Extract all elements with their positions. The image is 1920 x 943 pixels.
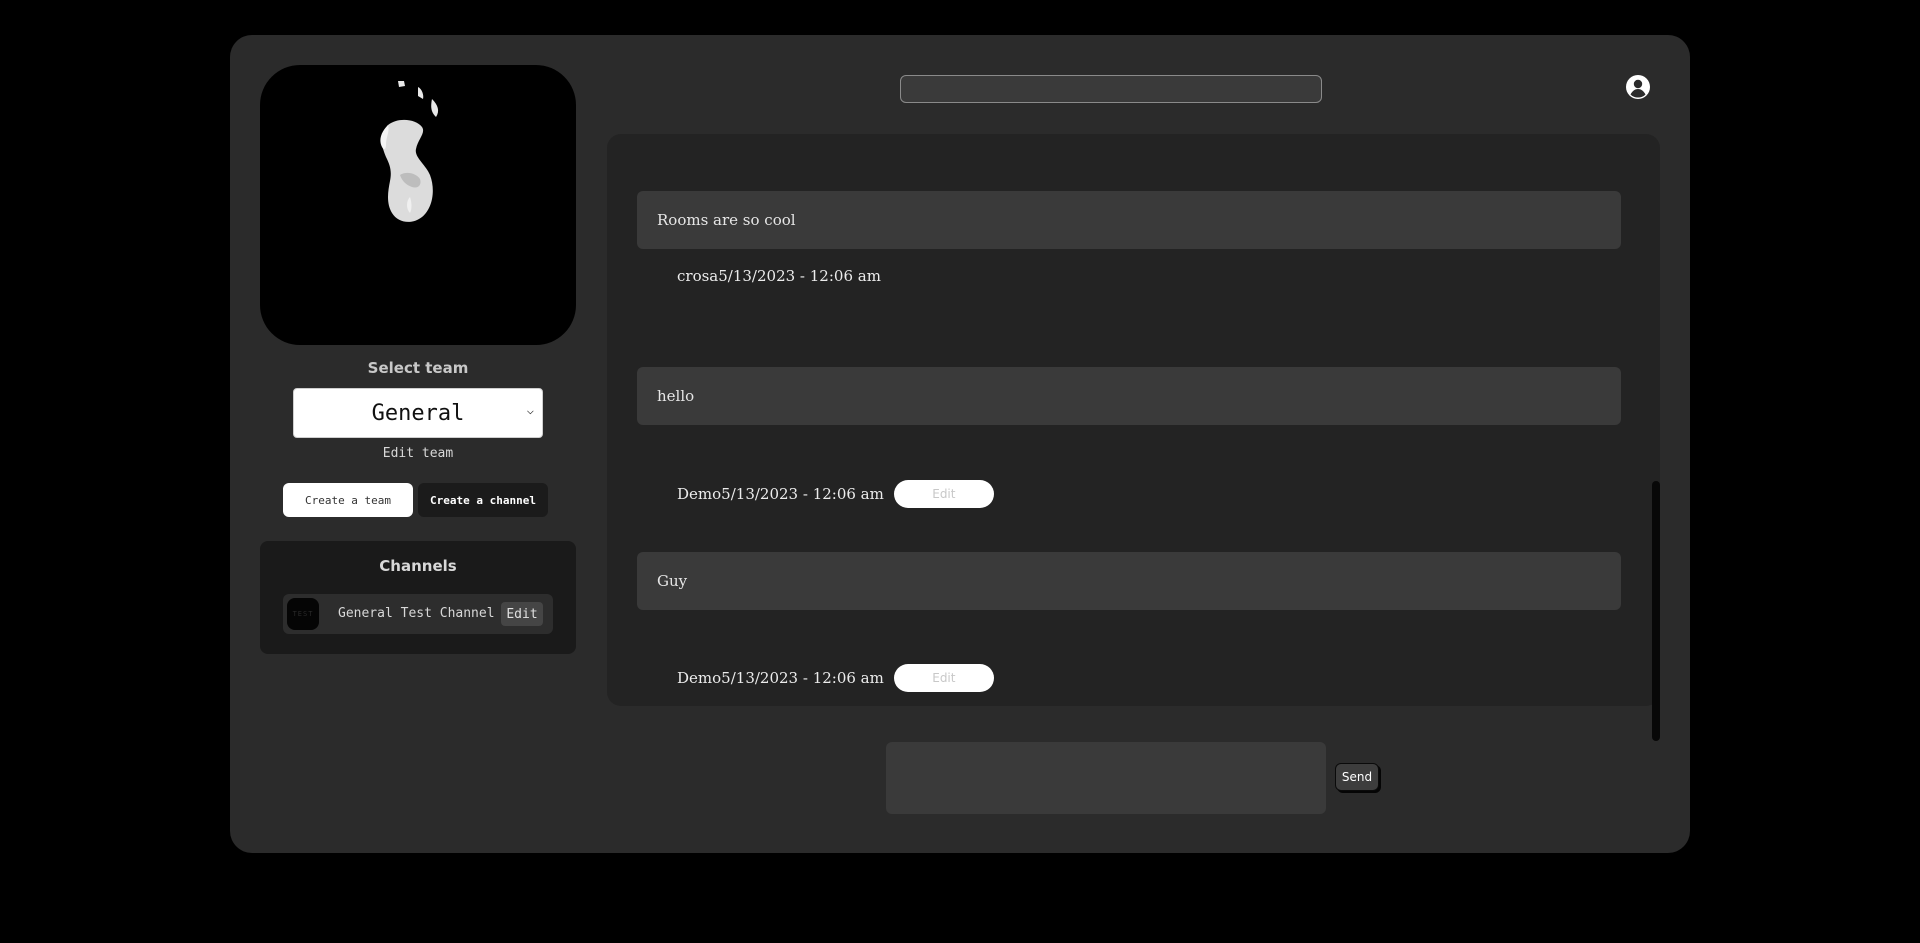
message-author: Demo bbox=[677, 669, 722, 687]
channels-title: Channels bbox=[379, 557, 457, 575]
message-meta: Demo 5/13/2023 - 12:06 am Edit bbox=[677, 480, 994, 508]
message-text: Guy bbox=[657, 572, 688, 590]
message-edit-button[interactable]: Edit bbox=[893, 664, 994, 692]
message-bubble: Guy bbox=[637, 552, 1621, 610]
team-logo-image bbox=[380, 81, 439, 222]
message-meta: Demo 5/13/2023 - 12:06 am Edit bbox=[677, 664, 994, 692]
message-timestamp: 5/13/2023 - 12:06 am bbox=[721, 669, 884, 687]
team-select[interactable]: General ⌵ bbox=[293, 388, 543, 438]
message-meta: crosa 5/13/2023 - 12:06 am bbox=[677, 262, 881, 290]
message-bubble: Rooms are so cool bbox=[637, 191, 1621, 249]
channel-item[interactable]: TEST General Test Channel Edit bbox=[283, 594, 553, 634]
message-text: Rooms are so cool bbox=[657, 211, 796, 229]
user-circle-icon[interactable] bbox=[1625, 74, 1651, 100]
message-edit-button[interactable]: Edit bbox=[893, 480, 994, 508]
app-window: Select team General ⌵ Edit team Create a… bbox=[230, 35, 1690, 853]
message-text: hello bbox=[657, 387, 695, 405]
search-input[interactable] bbox=[900, 75, 1322, 103]
message-timestamp: 5/13/2023 - 12:06 am bbox=[721, 485, 884, 503]
messages-scrollbar[interactable] bbox=[1652, 481, 1660, 741]
channel-name[interactable]: General Test Channel bbox=[338, 606, 495, 621]
team-select-value: General bbox=[371, 400, 465, 426]
select-team-label: Select team bbox=[367, 359, 469, 377]
message-bubble: hello bbox=[637, 367, 1621, 425]
send-button[interactable]: Send bbox=[1335, 763, 1379, 791]
team-logo bbox=[260, 65, 576, 345]
message-author: crosa bbox=[677, 267, 719, 285]
channels-panel: Channels TEST General Test Channel Edit bbox=[260, 541, 576, 654]
messages-panel: Rooms are so cool crosa 5/13/2023 - 12:06… bbox=[607, 134, 1660, 706]
channel-avatar: TEST bbox=[287, 598, 319, 630]
create-team-button[interactable]: Create a team bbox=[283, 483, 413, 517]
chevron-down-icon: ⌵ bbox=[526, 403, 534, 417]
message-author: Demo bbox=[677, 485, 722, 503]
message-timestamp: 5/13/2023 - 12:06 am bbox=[718, 267, 881, 285]
message-input[interactable] bbox=[886, 742, 1326, 814]
create-channel-button[interactable]: Create a channel bbox=[418, 483, 548, 517]
channel-edit-button[interactable]: Edit bbox=[501, 602, 543, 626]
edit-team-link[interactable]: Edit team bbox=[260, 446, 576, 461]
